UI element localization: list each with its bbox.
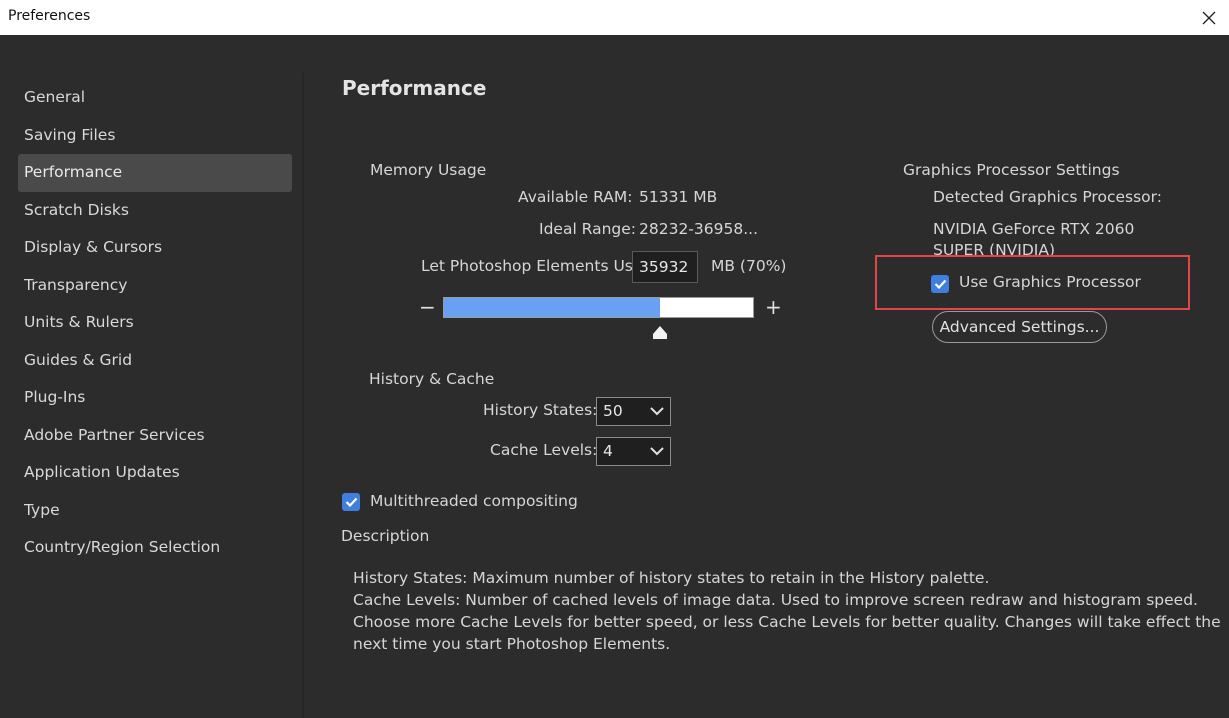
sidebar-item-guides-grid[interactable]: Guides & Grid — [18, 342, 292, 380]
chevron-down-icon — [650, 447, 664, 456]
use-gpu-checkbox[interactable] — [931, 275, 949, 293]
checkmark-icon — [934, 279, 946, 289]
history-states-value: 50 — [603, 402, 623, 420]
detected-gpu-label: Detected Graphics Processor: — [933, 188, 1162, 206]
multithreaded-checkbox[interactable] — [342, 493, 360, 511]
use-gpu-label: Use Graphics Processor — [959, 273, 1141, 291]
sidebar-item-saving-files[interactable]: Saving Files — [18, 117, 292, 155]
increase-memory-button[interactable]: + — [765, 295, 782, 319]
description-line: History States: Maximum number of histor… — [353, 569, 990, 587]
close-button[interactable] — [1189, 0, 1229, 35]
cache-levels-select[interactable]: 4 — [596, 437, 671, 466]
preferences-content: General Saving Files Performance Scratch… — [0, 35, 1229, 718]
multithreaded-label: Multithreaded compositing — [370, 492, 578, 510]
sidebar-item-scratch-disks[interactable]: Scratch Disks — [18, 192, 292, 230]
use-gpu-highlight: Use Graphics Processor — [875, 255, 1190, 310]
sidebar-item-adobe-partner-services[interactable]: Adobe Partner Services — [18, 417, 292, 455]
detected-gpu-name: NVIDIA GeForce RTX 2060 — [933, 220, 1135, 238]
window-title: Preferences — [8, 8, 91, 24]
sidebar-divider — [302, 73, 304, 718]
memory-usage-label: Memory Usage — [370, 161, 487, 179]
sidebar: General Saving Files Performance Scratch… — [18, 79, 292, 567]
sidebar-item-general[interactable]: General — [18, 79, 292, 117]
cache-levels-label: Cache Levels: — [490, 441, 598, 459]
description-line: next time you start Photoshop Elements. — [353, 635, 671, 653]
available-ram-label: Available RAM: — [518, 188, 633, 206]
ideal-range-label: Ideal Range: — [539, 220, 637, 238]
memory-amount-input[interactable]: 35932 — [632, 251, 698, 283]
decrease-memory-button[interactable]: − — [419, 295, 436, 319]
description-line: Choose more Cache Levels for better spee… — [353, 613, 1221, 631]
slider-thumb-icon — [653, 326, 667, 339]
gpu-settings-label: Graphics Processor Settings — [903, 161, 1120, 179]
sidebar-item-application-updates[interactable]: Application Updates — [18, 454, 292, 492]
description-text: History States: Maximum number of histor… — [353, 567, 1221, 655]
memory-slider[interactable] — [443, 297, 754, 318]
cache-levels-value: 4 — [603, 442, 613, 460]
history-states-label: History States: — [483, 401, 598, 419]
let-use-label: Let Photoshop Elements Use: — [421, 257, 648, 275]
memory-slider-thumb[interactable] — [651, 325, 669, 345]
chevron-down-icon — [650, 407, 664, 416]
checkmark-icon — [345, 497, 357, 507]
sidebar-item-transparency[interactable]: Transparency — [18, 267, 292, 305]
memory-unit-label: MB (70%) — [711, 257, 787, 275]
sidebar-item-display-cursors[interactable]: Display & Cursors — [18, 229, 292, 267]
advanced-settings-button[interactable]: Advanced Settings... — [932, 311, 1107, 343]
sidebar-item-plug-ins[interactable]: Plug-Ins — [18, 379, 292, 417]
ideal-range-value: 28232-36958... — [639, 220, 758, 238]
sidebar-item-performance[interactable]: Performance — [18, 154, 292, 192]
sidebar-item-country-region[interactable]: Country/Region Selection — [18, 529, 292, 567]
title-bar: Preferences — [0, 0, 1229, 35]
history-states-select[interactable]: 50 — [596, 397, 671, 426]
history-cache-label: History & Cache — [369, 370, 495, 388]
description-line: Cache Levels: Number of cached levels of… — [353, 591, 1198, 609]
description-label: Description — [341, 527, 430, 545]
memory-slider-fill — [444, 298, 661, 317]
sidebar-item-type[interactable]: Type — [18, 492, 292, 530]
close-icon — [1202, 11, 1216, 24]
available-ram-value: 51331 MB — [639, 188, 718, 206]
page-title: Performance — [342, 76, 487, 100]
sidebar-item-units-rulers[interactable]: Units & Rulers — [18, 304, 292, 342]
